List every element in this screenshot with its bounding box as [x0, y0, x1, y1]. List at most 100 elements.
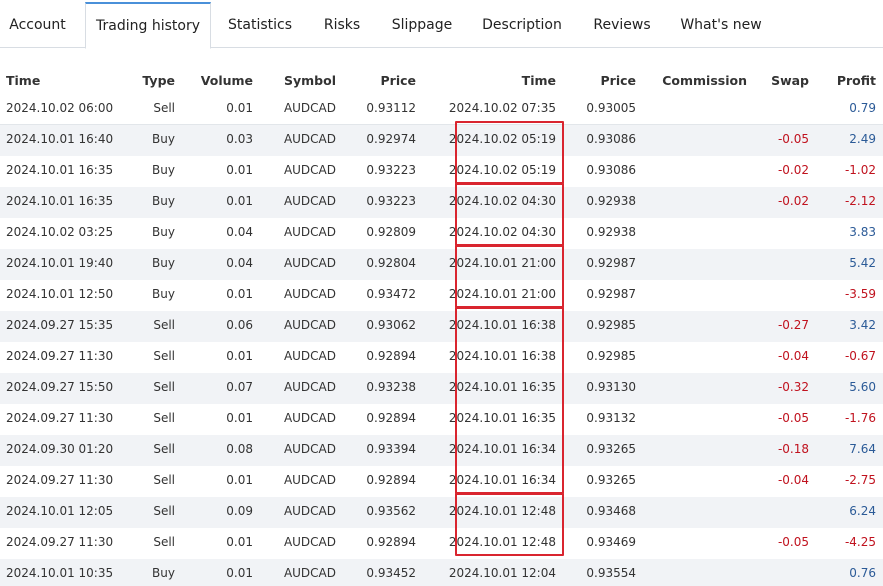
table-row[interactable]: 2024.09.27 15:35 Sell 0.06 AUDCAD 0.93062 202…	[0, 311, 883, 342]
cell-swap: -0.05	[777, 411, 809, 425]
cell-open-time: 2024.10.01 16:35	[6, 194, 114, 208]
cell-close-price: 0.93130	[586, 380, 636, 394]
cell-close-time: 2024.10.01 12:04	[448, 566, 556, 580]
tab-label: Account	[9, 17, 66, 33]
cell-symbol: AUDCAD	[283, 535, 336, 549]
table-row[interactable]: 2024.10.02 06:00 Sell 0.01 AUDCAD 0.93112 202…	[0, 94, 883, 125]
cell-close-time: 2024.10.02 04:30	[448, 225, 556, 239]
cell-close-price: 0.92938	[586, 194, 636, 208]
table-row[interactable]: 2024.10.01 12:05 Sell 0.09 AUDCAD 0.93562 202…	[0, 497, 883, 528]
cell-volume: 0.07	[226, 380, 253, 394]
cell-swap: -0.04	[777, 473, 809, 487]
cell-commission	[660, 404, 747, 435]
cell-volume: 0.08	[226, 442, 253, 456]
table-row[interactable]: 2024.09.30 01:20 Sell 0.08 AUDCAD 0.93394 202…	[0, 435, 883, 466]
cell-profit: 5.60	[849, 380, 876, 394]
tab-slippage[interactable]: Slippage	[382, 0, 462, 48]
table-row[interactable]: 2024.10.02 03:25 Buy 0.04 AUDCAD 0.92809 2024…	[0, 218, 883, 249]
tab-reviews[interactable]: Reviews5	[583, 0, 661, 48]
cell-commission	[660, 311, 747, 342]
header-close-price[interactable]: Price	[570, 66, 637, 96]
cell-open-time: 2024.09.27 11:30	[6, 473, 114, 487]
cell-close-price: 0.93086	[586, 163, 636, 177]
table-row[interactable]: 2024.10.01 16:35 Buy 0.01 AUDCAD 0.93223 2024…	[0, 156, 883, 187]
cell-close-price: 0.93469	[586, 535, 636, 549]
tab-description[interactable]: Description	[474, 0, 570, 48]
cell-type: Sell	[153, 380, 175, 394]
table-row[interactable]: 2024.09.27 11:30 Sell 0.01 AUDCAD 0.92894 202…	[0, 404, 883, 435]
cell-commission	[660, 156, 747, 187]
table-row[interactable]: 2024.10.01 12:50 Buy 0.01 AUDCAD 0.93472 2024…	[0, 280, 883, 311]
cell-profit: 3.83	[849, 225, 876, 239]
cell-type: Sell	[153, 442, 175, 456]
cell-close-time: 2024.10.01 16:35	[448, 380, 556, 394]
header-open-price[interactable]: Price	[350, 66, 417, 96]
cell-commission	[660, 280, 747, 311]
cell-open-time: 2024.10.01 12:50	[6, 287, 114, 301]
cell-open-time: 2024.09.27 15:35	[6, 318, 114, 332]
table-row[interactable]: 2024.10.01 10:35 Buy 0.01 AUDCAD 0.93452 2024…	[0, 559, 883, 586]
cell-close-price: 0.93086	[586, 132, 636, 146]
cell-volume: 0.09	[226, 504, 253, 518]
cell-commission	[660, 497, 747, 528]
header-swap[interactable]: Swap	[760, 66, 809, 96]
cell-commission	[660, 528, 747, 559]
cell-type: Sell	[153, 101, 175, 115]
cell-close-price: 0.92938	[586, 225, 636, 239]
header-symbol[interactable]: Symbol	[270, 66, 336, 96]
header-commission[interactable]: Commission	[660, 66, 747, 96]
cell-profit: 0.76	[849, 566, 876, 580]
table-row[interactable]: 2024.10.01 16:40 Buy 0.03 AUDCAD 0.92974 2024…	[0, 125, 883, 156]
table-row[interactable]: 2024.09.27 11:30 Sell 0.01 AUDCAD 0.92894 202…	[0, 466, 883, 497]
cell-volume: 0.01	[226, 535, 253, 549]
cell-commission	[660, 218, 747, 249]
cell-symbol: AUDCAD	[283, 256, 336, 270]
header-profit[interactable]: Profit	[815, 66, 876, 96]
tab-label: What's new	[680, 17, 762, 33]
tab-account[interactable]: Account	[0, 0, 75, 48]
cell-open-time: 2024.10.01 12:05	[6, 504, 114, 518]
cell-close-time: 2024.10.01 16:34	[448, 473, 556, 487]
table-header: Time Type Volume Symbol Price Time Price Commis…	[0, 66, 883, 96]
cell-close-price: 0.93265	[586, 473, 636, 487]
cell-symbol: AUDCAD	[283, 473, 336, 487]
cell-open-time: 2024.09.27 11:30	[6, 535, 114, 549]
cell-close-time: 2024.10.01 12:48	[448, 535, 556, 549]
cell-open-time: 2024.09.27 15:50	[6, 380, 114, 394]
header-volume[interactable]: Volume	[195, 66, 253, 96]
cell-close-price: 0.93132	[586, 411, 636, 425]
cell-close-price: 0.93468	[586, 504, 636, 518]
cell-commission	[660, 466, 747, 497]
cell-profit: 2.49	[849, 132, 876, 146]
cell-volume: 0.01	[226, 473, 253, 487]
cell-volume: 0.01	[226, 194, 253, 208]
cell-close-price: 0.93005	[586, 101, 636, 115]
tab-whats-new[interactable]: What's new	[672, 0, 770, 48]
cell-volume: 0.01	[226, 411, 253, 425]
cell-open-price: 0.93112	[366, 101, 416, 115]
tab-risks[interactable]: Risks	[313, 0, 371, 48]
cell-open-price: 0.92809	[366, 225, 416, 239]
header-close-time[interactable]: Time	[440, 66, 556, 96]
cell-volume: 0.01	[226, 101, 253, 115]
header-type[interactable]: Type	[115, 66, 175, 96]
cell-commission	[660, 125, 747, 156]
table-row[interactable]: 2024.10.01 19:40 Buy 0.04 AUDCAD 0.92804 2024…	[0, 249, 883, 280]
cell-close-price: 0.93265	[586, 442, 636, 456]
tab-trading-history[interactable]: Trading history	[85, 2, 211, 49]
header-open-time[interactable]: Time	[6, 66, 116, 96]
tab-statistics[interactable]: Statistics	[216, 0, 304, 48]
cell-profit: -3.59	[844, 287, 876, 301]
table-row[interactable]: 2024.10.01 16:35 Buy 0.01 AUDCAD 0.93223 2024…	[0, 187, 883, 218]
cell-open-time: 2024.10.01 16:40	[6, 132, 114, 146]
table-row[interactable]: 2024.09.27 11:30 Sell 0.01 AUDCAD 0.92894 202…	[0, 342, 883, 373]
cell-symbol: AUDCAD	[283, 566, 336, 580]
cell-swap	[760, 559, 809, 586]
cell-volume: 0.01	[226, 163, 253, 177]
table-row[interactable]: 2024.09.27 11:30 Sell 0.01 AUDCAD 0.92894 202…	[0, 528, 883, 559]
cell-type: Buy	[152, 225, 175, 239]
cell-type: Buy	[152, 132, 175, 146]
tab-label: Slippage	[391, 17, 453, 33]
cell-type: Sell	[153, 318, 175, 332]
table-row[interactable]: 2024.09.27 15:50 Sell 0.07 AUDCAD 0.93238 202…	[0, 373, 883, 404]
